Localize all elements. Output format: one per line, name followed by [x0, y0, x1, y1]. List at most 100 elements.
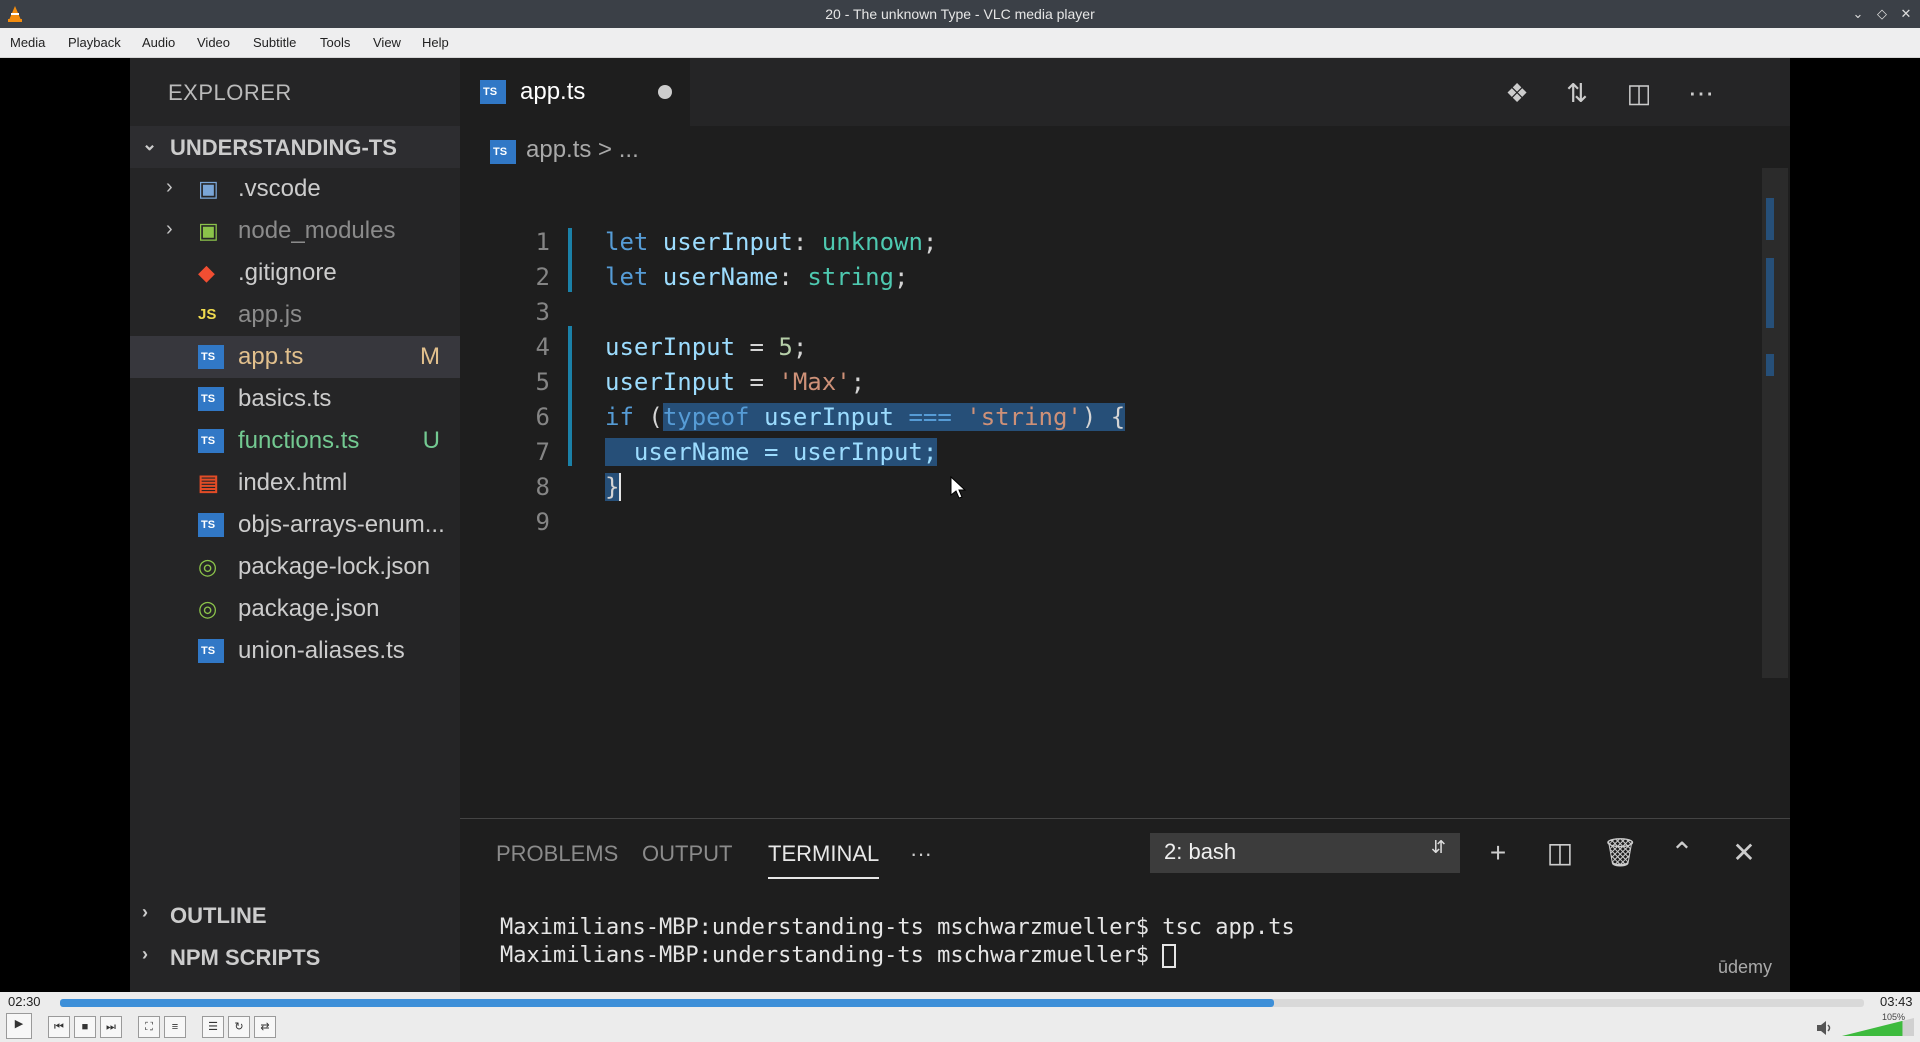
select-arrows-icon: ⇵	[1430, 837, 1446, 857]
gutter-change-marker	[568, 228, 572, 292]
previous-button[interactable]: ⏮	[48, 1016, 70, 1038]
trash-icon[interactable]: 🗑	[1602, 835, 1638, 871]
code-line: userInput = 'Max';	[605, 368, 865, 396]
folder-icon: ▣	[198, 176, 219, 201]
code-line: let userName: string;	[605, 263, 908, 291]
tab-terminal[interactable]: TERMINAL	[768, 841, 880, 879]
overview-marker	[1766, 258, 1774, 328]
minimize-icon[interactable]: ⌄	[1848, 4, 1868, 24]
line-number: 1	[535, 228, 550, 256]
menu-tools[interactable]: Tools	[320, 35, 350, 50]
maximize-icon[interactable]: ◇	[1872, 4, 1892, 24]
tab-app-ts[interactable]: TS app.ts	[460, 58, 690, 126]
project-name: UNDERSTANDING-TS	[170, 135, 397, 160]
menu-view[interactable]: View	[373, 35, 401, 50]
stop-button[interactable]: ■	[74, 1016, 96, 1038]
menu-audio[interactable]: Audio	[142, 35, 175, 50]
terminal-select[interactable]: 2: bash ⇵	[1150, 833, 1460, 873]
menu-playback[interactable]: Playback	[68, 35, 121, 50]
menu-help[interactable]: Help	[422, 35, 449, 50]
terminal-cursor	[1162, 944, 1177, 968]
editor-scrollbar[interactable]	[1762, 168, 1788, 678]
code-token: let	[605, 228, 649, 256]
modified-badge: M	[420, 343, 440, 370]
close-icon[interactable]: ✕	[1896, 4, 1916, 24]
file-name: functions.ts	[238, 427, 360, 454]
menu-subtitle[interactable]: Subtitle	[253, 35, 296, 50]
close-panel-icon[interactable]: ✕	[1726, 835, 1762, 871]
line-number: 6	[535, 403, 550, 431]
ts-icon: TS	[198, 513, 224, 537]
folder-icon: ▣	[198, 218, 219, 243]
file-item[interactable]: TS union-aliases.ts	[130, 630, 460, 672]
seek-bar[interactable]	[60, 999, 1864, 1007]
code-token: 'Max'	[778, 368, 851, 396]
playlist-button[interactable]: ☰	[202, 1016, 224, 1038]
split-editor-icon[interactable]: ◫	[1622, 76, 1656, 110]
more-actions-icon[interactable]: ⋯	[1684, 76, 1718, 110]
file-item[interactable]: TS basics.ts	[130, 378, 460, 420]
source-control-icon[interactable]: ❖	[1500, 76, 1534, 110]
terminal-select-value: 2: bash	[1164, 839, 1237, 864]
file-item[interactable]: TS objs-arrays-enum...	[130, 504, 460, 546]
outline-section[interactable]: › OUTLINE	[130, 894, 460, 936]
code-editor[interactable]: 1 2 3 4 5 6 7 8 9 let userInput: unknown…	[460, 170, 1790, 670]
file-item[interactable]: ◎ package.json	[130, 588, 460, 630]
more-tabs-icon[interactable]: ···	[910, 841, 932, 867]
outline-label: OUTLINE	[170, 903, 267, 928]
loop-button[interactable]: ↻	[228, 1016, 250, 1038]
maximize-panel-icon[interactable]: ⌃	[1664, 835, 1700, 871]
menu-media[interactable]: Media	[10, 35, 45, 50]
code-line: if (typeof userInput === 'string') {	[605, 403, 1126, 431]
code-token: ;	[792, 333, 808, 361]
menu-video[interactable]: Video	[197, 35, 230, 50]
fullscreen-button[interactable]: ⛶	[138, 1016, 160, 1038]
line-number: 8	[535, 473, 550, 501]
tab-label: app.ts	[520, 78, 586, 105]
file-name: package.json	[238, 595, 380, 622]
file-item[interactable]: › ▣ .vscode	[130, 168, 460, 210]
split-terminal-icon[interactable]: ◫	[1542, 835, 1578, 871]
ts-icon: TS	[198, 639, 224, 663]
play-button[interactable]: ▶	[6, 1013, 32, 1039]
code-line: userName = userInput;	[605, 438, 938, 466]
project-section[interactable]: ⌄ UNDERSTANDING-TS	[130, 126, 460, 168]
next-button[interactable]: ⏭	[100, 1016, 122, 1038]
speaker-icon[interactable]	[1816, 1020, 1834, 1036]
code-token: =	[735, 368, 779, 396]
new-terminal-icon[interactable]: +	[1480, 835, 1516, 871]
line-number: 7	[535, 438, 550, 466]
file-item[interactable]: ◆ .gitignore	[130, 252, 460, 294]
file-item[interactable]: ▤ index.html	[130, 462, 460, 504]
window-title: 20 - The unknown Type - VLC media player	[825, 6, 1095, 22]
shuffle-button[interactable]: ⇄	[254, 1016, 276, 1038]
npm-scripts-section[interactable]: › NPM SCRIPTS	[130, 936, 460, 978]
video-area[interactable]: EXPLORER ⌄ UNDERSTANDING-TS › ▣ .vscode …	[0, 58, 1920, 992]
vlc-title-bar: 20 - The unknown Type - VLC media player…	[0, 0, 1920, 28]
tab-output[interactable]: OUTPUT	[642, 841, 732, 867]
line-number: 3	[535, 298, 550, 326]
vscode-frame: EXPLORER ⌄ UNDERSTANDING-TS › ▣ .vscode …	[130, 58, 1790, 992]
file-item-selected[interactable]: TS app.ts M	[130, 336, 460, 378]
code-token: ;	[894, 263, 909, 291]
code-token: ===	[908, 403, 952, 431]
compare-changes-icon[interactable]: ⇅	[1560, 76, 1594, 110]
ts-icon: TS	[198, 429, 224, 453]
code-token: (	[633, 403, 663, 431]
extended-settings-button[interactable]: ≡	[164, 1016, 186, 1038]
code-token: userInput	[605, 368, 736, 396]
volume-label: 105%	[1882, 1012, 1906, 1022]
unsaved-dot-icon[interactable]	[658, 85, 672, 99]
bottom-panel: PROBLEMS OUTPUT TERMINAL ··· 2: bash ⇵ +…	[460, 818, 1790, 992]
file-name: .gitignore	[238, 259, 337, 286]
code-token: typeof	[662, 403, 750, 431]
ts-icon: TS	[490, 140, 516, 164]
file-name: basics.ts	[238, 385, 332, 412]
file-item[interactable]: ◎ package-lock.json	[130, 546, 460, 588]
file-item[interactable]: TS functions.ts U	[130, 420, 460, 462]
tab-problems[interactable]: PROBLEMS	[496, 841, 618, 867]
html-icon: ▤	[198, 470, 219, 495]
file-item[interactable]: JS app.js	[130, 294, 460, 336]
file-item[interactable]: › ▣ node_modules	[130, 210, 460, 252]
code-token: :	[792, 228, 822, 256]
